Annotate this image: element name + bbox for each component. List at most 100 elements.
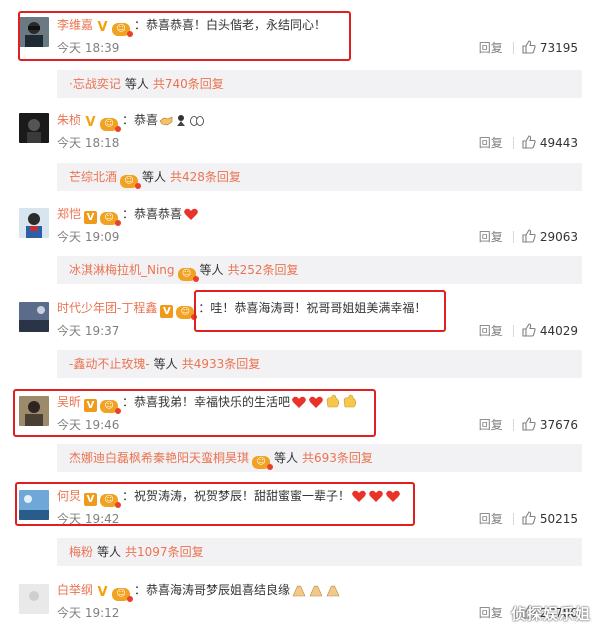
- avatar[interactable]: [19, 208, 49, 238]
- more-replies-label: 等人: [199, 263, 224, 277]
- reply-button[interactable]: 回复: [479, 512, 503, 526]
- thumbs-up-icon[interactable]: [522, 40, 536, 58]
- sub-reply-user[interactable]: ·忘战奕记: [69, 77, 121, 91]
- colon: ：: [122, 113, 135, 127]
- username[interactable]: 郑恺: [57, 207, 81, 221]
- colon: ：: [122, 489, 135, 503]
- gold-v-badge-icon: V: [97, 585, 108, 600]
- sub-reply-user[interactable]: 冰淇淋梅拉机_Ning: [69, 263, 175, 277]
- heart-icon: [368, 489, 384, 508]
- reply-count-link[interactable]: 共252条回复: [228, 263, 299, 277]
- v-badge-icon: V: [84, 493, 98, 506]
- avatar[interactable]: [19, 584, 49, 614]
- more-replies-label: 等人: [153, 357, 178, 371]
- heart-icon: [385, 489, 401, 508]
- clapping-hands-icon: [325, 394, 341, 414]
- avatar[interactable]: [19, 396, 49, 426]
- sub-reply-user[interactable]: 杰娜迪白磊枫希秦艳阳天蛮桐昊琪: [69, 451, 249, 465]
- cupid-icon: [174, 113, 188, 132]
- divider: [512, 513, 514, 525]
- comment-line: 白举纲 V ☺ ：恭喜海涛哥梦辰姐喜结良缘: [57, 581, 341, 602]
- comment-line: 吴昕 V ☺ ：恭喜我弟！幸福快乐的生活吧: [57, 393, 358, 414]
- sub-reply-summary[interactable]: -鑫动不止玫瑰- 等人 共4933条回复: [57, 350, 582, 378]
- username[interactable]: 吴昕: [57, 395, 81, 409]
- reply-button[interactable]: 回复: [479, 418, 503, 432]
- comment-actions: 回复 49443: [479, 135, 578, 153]
- sub-reply-user[interactable]: -鑫动不止玫瑰-: [69, 357, 150, 371]
- avatar[interactable]: [19, 302, 49, 332]
- comment-text: 恭喜恭喜！白头偕老，永结同心！: [146, 18, 327, 32]
- thumbs-up-icon[interactable]: [522, 417, 536, 435]
- vip-badge-icon: ☺: [176, 306, 198, 320]
- heart-icon: [308, 395, 324, 414]
- folded-hands-icon: [291, 583, 307, 602]
- comment-time: 今天 18:18: [57, 136, 120, 150]
- comment-actions: 回复 50215: [479, 511, 578, 529]
- comment-line: 李维嘉 V ☺ ：恭喜恭喜！白头偕老，永结同心！: [57, 16, 327, 37]
- reply-count-link[interactable]: 共740条回复: [153, 77, 224, 91]
- sub-reply-summary[interactable]: 冰淇淋梅拉机_Ning ☺ 等人 共252条回复: [57, 256, 582, 284]
- sub-reply-summary[interactable]: ·忘战奕记 等人 共740条回复: [57, 70, 582, 98]
- username[interactable]: 何炅: [57, 489, 81, 503]
- comment-text: 恭喜: [134, 113, 159, 127]
- reply-button[interactable]: 回复: [479, 41, 503, 55]
- comment-time: 今天 19:37: [57, 324, 120, 338]
- thumbs-up-icon[interactable]: [522, 323, 536, 341]
- comment-line: 何炅 V ☺ ：祝贺涛涛，祝贺梦辰！甜甜蜜蜜一辈子！: [57, 487, 401, 508]
- avatar[interactable]: [19, 17, 49, 47]
- sub-reply-user[interactable]: 芒综北酒: [69, 170, 117, 184]
- reply-button[interactable]: 回复: [479, 136, 503, 150]
- comment-text: 哇！恭喜海涛哥！祝哥哥姐姐美满幸福！: [210, 301, 427, 315]
- reply-button[interactable]: 回复: [479, 606, 503, 620]
- sub-reply-user[interactable]: 梅粉: [69, 545, 93, 559]
- reply-button[interactable]: 回复: [479, 324, 503, 338]
- divider: [512, 42, 514, 54]
- avatar[interactable]: [19, 490, 49, 520]
- comment-actions: 回复 44029: [479, 323, 578, 341]
- reply-button[interactable]: 回复: [479, 230, 503, 244]
- reply-count-link[interactable]: 共4933条回复: [182, 357, 261, 371]
- username[interactable]: 白举纲: [57, 583, 93, 597]
- reply-count-link[interactable]: 共1097条回复: [125, 545, 204, 559]
- comment-time: 今天 19:42: [57, 512, 120, 526]
- avatar[interactable]: [19, 113, 49, 143]
- vip-badge-icon: ☺: [112, 23, 134, 37]
- eggs-icon: [189, 113, 205, 132]
- vip-badge-icon: ☺: [252, 456, 274, 470]
- reply-count-link[interactable]: 共428条回复: [170, 170, 241, 184]
- divider: [512, 137, 514, 149]
- colon: ：: [134, 18, 147, 32]
- comment-time: 今天 18:39: [57, 41, 120, 55]
- comment-line: 朱桢 V ☺ ：恭喜: [57, 111, 205, 132]
- comment-text: 恭喜恭喜: [134, 207, 183, 221]
- vip-badge-icon: ☺: [100, 494, 122, 508]
- comment-line: 时代少年团-丁程鑫 V ☺ ：哇！恭喜海涛哥！祝哥哥姐姐美满幸福！: [57, 299, 427, 320]
- like-count: 44029: [539, 324, 578, 338]
- sub-reply-summary[interactable]: 杰娜迪白磊枫希秦艳阳天蛮桐昊琪 ☺ 等人 共693条回复: [57, 444, 582, 472]
- comment-text: 恭喜海涛哥梦辰姐喜结良缘: [146, 583, 291, 597]
- comment-time: 今天 19:46: [57, 418, 120, 432]
- heart-icon: [183, 207, 199, 226]
- vip-badge-icon: ☺: [112, 588, 134, 602]
- colon: ：: [198, 301, 211, 315]
- sub-reply-summary[interactable]: 梅粉 等人 共1097条回复: [57, 538, 582, 566]
- sub-reply-summary[interactable]: 芒综北酒 ☺ 等人 共428条回复: [57, 163, 582, 191]
- username[interactable]: 时代少年团-丁程鑫: [57, 301, 157, 315]
- like-count: 29063: [539, 230, 578, 244]
- like-count: 50215: [539, 512, 578, 526]
- thumbs-up-icon[interactable]: [522, 229, 536, 247]
- more-replies-label: 等人: [274, 451, 299, 465]
- folded-hands-icon: [325, 583, 341, 602]
- heart-icon: [351, 489, 367, 508]
- username[interactable]: 李维嘉: [57, 18, 93, 32]
- thumbs-up-icon[interactable]: [522, 135, 536, 153]
- reply-count-link[interactable]: 共693条回复: [302, 451, 373, 465]
- comment-text: 恭喜我弟！幸福快乐的生活吧: [134, 395, 291, 409]
- thumbs-up-icon[interactable]: [522, 511, 536, 529]
- v-badge-icon: V: [160, 305, 174, 318]
- like-count: 49443: [539, 136, 578, 150]
- divider: [512, 419, 514, 431]
- like-count: 37676: [539, 418, 578, 432]
- more-replies-label: 等人: [142, 170, 167, 184]
- username[interactable]: 朱桢: [57, 113, 81, 127]
